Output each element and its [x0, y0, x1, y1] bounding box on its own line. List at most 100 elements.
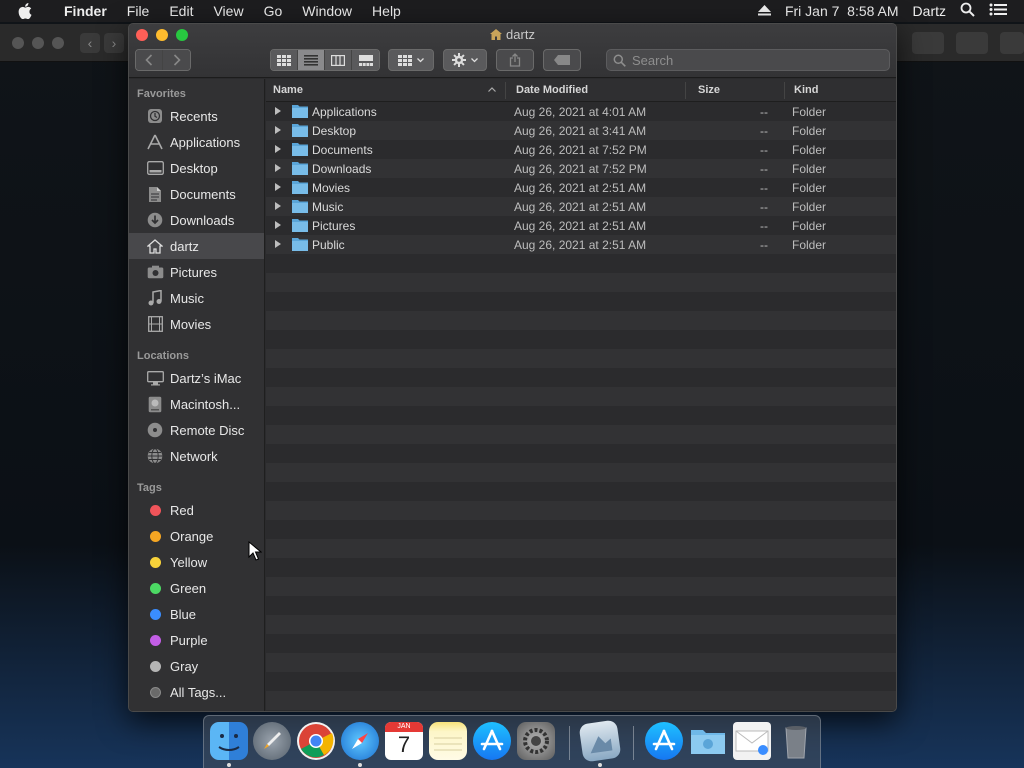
- system-preferences-icon[interactable]: [517, 722, 555, 760]
- disclosure-triangle-icon[interactable]: [275, 183, 281, 191]
- icon-view-button[interactable]: [271, 50, 298, 70]
- disclosure-triangle-icon[interactable]: [275, 240, 281, 248]
- table-row[interactable]: Music Aug 26, 2021 at 2:51 AM -- Folder: [266, 197, 896, 216]
- calendar-icon[interactable]: JAN 7: [385, 722, 423, 760]
- sidebar-item-label: dartz: [170, 238, 199, 254]
- column-divider[interactable]: [685, 82, 686, 99]
- menu-view[interactable]: View: [203, 3, 253, 19]
- table-row[interactable]: Desktop Aug 26, 2021 at 3:41 AM -- Folder: [266, 121, 896, 140]
- cell-name: Pictures: [312, 219, 356, 233]
- notes-icon[interactable]: [429, 722, 467, 760]
- search-field[interactable]: [606, 49, 890, 71]
- sidebar-item-recents[interactable]: Recents: [129, 103, 264, 129]
- sidebar-item-tag-purple[interactable]: Purple: [129, 627, 264, 653]
- sidebar-heading-locations: Locations: [137, 350, 189, 362]
- column-divider[interactable]: [505, 82, 506, 99]
- back-button[interactable]: [136, 50, 163, 70]
- app-store-folder-icon[interactable]: [645, 722, 683, 760]
- table-row[interactable]: Applications Aug 26, 2021 at 4:01 AM -- Fol…: [266, 102, 896, 121]
- sidebar-item-movies[interactable]: Movies: [129, 311, 264, 337]
- menu-go[interactable]: Go: [254, 3, 293, 19]
- group-by-button[interactable]: [388, 49, 434, 71]
- sidebar-item-label: Orange: [170, 528, 214, 544]
- sidebar-item-tag-yellow[interactable]: Yellow: [129, 549, 264, 575]
- cell-date: Aug 26, 2021 at 2:51 AM: [514, 200, 647, 214]
- notification-center-icon[interactable]: [982, 3, 1014, 19]
- bg-tabs-icon: [956, 32, 988, 54]
- sidebar-item-tag-red[interactable]: Red: [129, 497, 264, 523]
- menu-edit[interactable]: Edit: [159, 3, 203, 19]
- sidebar-item-remote-disc[interactable]: Remote Disc: [129, 417, 264, 443]
- menu-help[interactable]: Help: [362, 3, 411, 19]
- table-row[interactable]: Downloads Aug 26, 2021 at 7:52 PM -- Folder: [266, 159, 896, 178]
- gallery-view-button[interactable]: [352, 50, 379, 70]
- table-row[interactable]: Pictures Aug 26, 2021 at 2:51 AM -- Folder: [266, 216, 896, 235]
- sidebar-item-all-tags[interactable]: All Tags...: [129, 679, 264, 705]
- launchpad-icon[interactable]: [253, 722, 291, 760]
- sidebar-item-label: Recents: [170, 108, 218, 124]
- sidebar-item-label: Applications: [170, 134, 241, 150]
- safari-icon[interactable]: [341, 722, 379, 760]
- finder-icon[interactable]: [210, 722, 248, 760]
- search-input[interactable]: [632, 52, 872, 68]
- tag-dot-orange: [149, 530, 161, 542]
- title-bar[interactable]: dartz: [129, 24, 896, 78]
- cell-kind: Folder: [792, 124, 827, 138]
- disclosure-triangle-icon[interactable]: [275, 221, 281, 229]
- disclosure-triangle-icon[interactable]: [275, 126, 281, 134]
- spotlight-search-icon[interactable]: [953, 2, 982, 20]
- sidebar-item-pictures[interactable]: Pictures: [129, 259, 264, 285]
- column-header-name[interactable]: Name: [273, 84, 303, 96]
- sidebar-item-tag-orange[interactable]: Orange: [129, 523, 264, 549]
- edit-tags-button[interactable]: [543, 49, 581, 71]
- cell-date: Aug 26, 2021 at 4:01 AM: [514, 105, 647, 119]
- sidebar-item-applications[interactable]: Applications: [129, 129, 264, 155]
- disclosure-triangle-icon[interactable]: [275, 145, 281, 153]
- sidebar-item-dartz[interactable]: dartz: [129, 233, 264, 259]
- sidebar-item-network[interactable]: Network: [129, 443, 264, 469]
- film-icon: [145, 315, 165, 333]
- sidebar-item-documents[interactable]: Documents: [129, 181, 264, 207]
- table-row[interactable]: Documents Aug 26, 2021 at 7:52 PM -- Folder: [266, 140, 896, 159]
- sidebar-item-desktop[interactable]: Desktop: [129, 155, 264, 181]
- column-header-size[interactable]: Size: [698, 84, 720, 96]
- table-row[interactable]: Movies Aug 26, 2021 at 2:51 AM -- Folder: [266, 178, 896, 197]
- column-header-date[interactable]: Date Modified: [516, 84, 588, 96]
- forward-button[interactable]: [163, 50, 190, 70]
- window-title: dartz: [129, 27, 896, 42]
- sidebar-item-tag-gray[interactable]: Gray: [129, 653, 264, 679]
- mouse-cursor-icon: [248, 541, 262, 561]
- app-store-icon[interactable]: [473, 722, 511, 760]
- menu-window[interactable]: Window: [292, 3, 362, 19]
- menu-finder[interactable]: Finder: [54, 3, 117, 19]
- chevron-left-icon: [145, 54, 153, 66]
- sidebar-item-tag-blue[interactable]: Blue: [129, 601, 264, 627]
- sidebar-item-tag-green[interactable]: Green: [129, 575, 264, 601]
- sidebar-item-music[interactable]: Music: [129, 285, 264, 311]
- sidebar-item-downloads[interactable]: Downloads: [129, 207, 264, 233]
- menubar-user[interactable]: Dartz: [906, 3, 953, 19]
- disclosure-triangle-icon[interactable]: [275, 164, 281, 172]
- eject-icon[interactable]: [751, 3, 778, 19]
- table-row[interactable]: Public Aug 26, 2021 at 2:51 AM -- Folder: [266, 235, 896, 254]
- mail-icon[interactable]: [733, 722, 771, 760]
- menubar-clock[interactable]: Fri Jan 7 8:58 AM: [778, 3, 906, 19]
- trash-icon[interactable]: [777, 722, 815, 760]
- downloads-folder-icon[interactable]: [689, 722, 727, 760]
- sidebar-item-imac[interactable]: Dartz’s iMac: [129, 365, 264, 391]
- action-button[interactable]: [443, 49, 487, 71]
- disclosure-triangle-icon[interactable]: [275, 107, 281, 115]
- chrome-icon[interactable]: [297, 722, 335, 760]
- menu-file[interactable]: File: [117, 3, 160, 19]
- preview-icon[interactable]: [578, 719, 622, 763]
- column-view-button[interactable]: [325, 50, 352, 70]
- file-list[interactable]: Name Date Modified Size Kind Application…: [266, 79, 896, 711]
- column-header-kind[interactable]: Kind: [794, 84, 818, 96]
- list-view-button[interactable]: [298, 50, 325, 70]
- disclosure-triangle-icon[interactable]: [275, 202, 281, 210]
- sidebar-item-macintosh-hd[interactable]: Macintosh...: [129, 391, 264, 417]
- apple-menu-icon[interactable]: [18, 3, 42, 19]
- sidebar-item-label: Downloads: [170, 212, 235, 228]
- column-divider[interactable]: [784, 82, 785, 99]
- share-button[interactable]: [496, 49, 534, 71]
